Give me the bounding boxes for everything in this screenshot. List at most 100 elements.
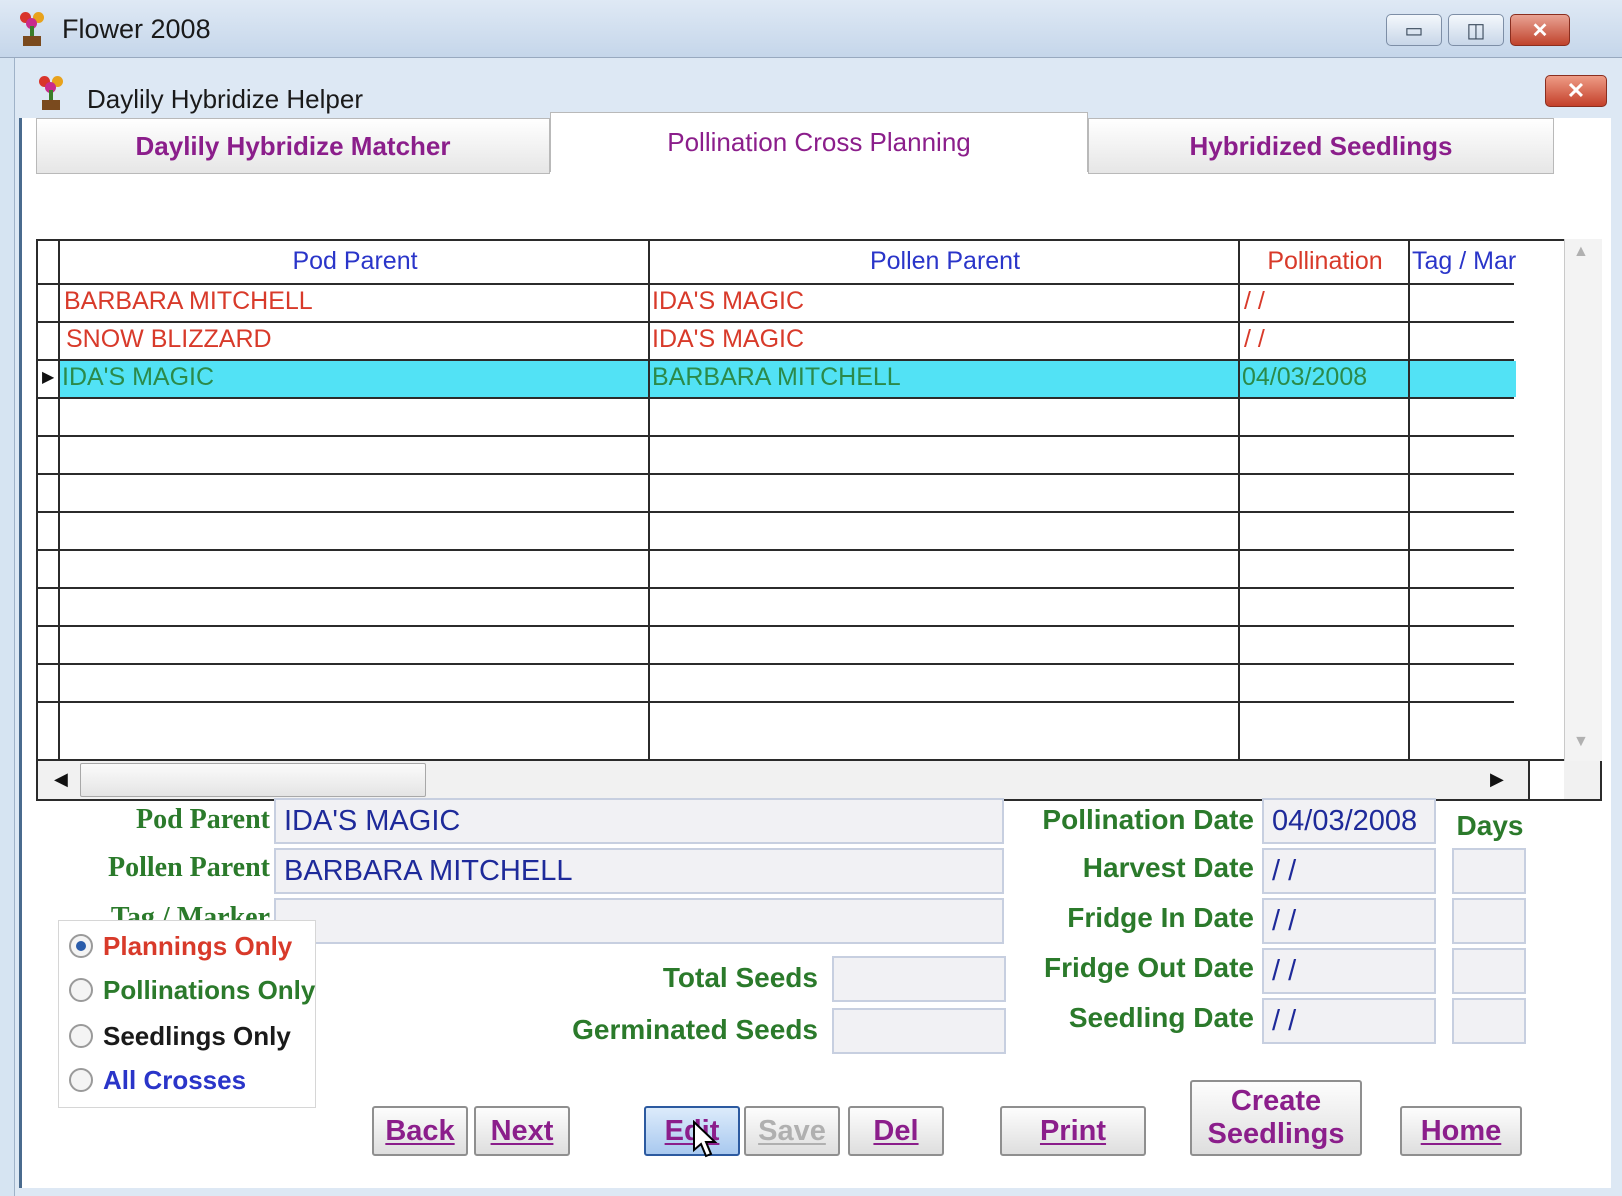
tag-marker-field[interactable]: [274, 898, 1004, 944]
grid-line: [38, 435, 1514, 437]
app-title: Flower 2008: [62, 14, 211, 44]
harvest-date-label: Harvest Date: [1082, 852, 1254, 883]
pollen-parent-field[interactable]: BARBARA MITCHELL: [274, 848, 1004, 894]
column-header-pollen-parent[interactable]: Pollen Parent: [650, 247, 1240, 276]
column-header-pollination[interactable]: Pollination: [1240, 247, 1410, 276]
grid-vertical-scrollbar[interactable]: ▲ ▼: [1564, 239, 1602, 761]
table-cell-pollen[interactable]: IDA'S MAGIC: [652, 287, 804, 316]
minimize-icon: ▭: [1404, 19, 1424, 42]
table-cell-pod[interactable]: SNOW BLIZZARD: [66, 325, 272, 354]
tab-label: Pollination Cross Planning: [667, 127, 971, 157]
radio-label: All Crosses: [103, 1064, 247, 1095]
pod-parent-label: Pod Parent: [135, 804, 270, 835]
column-header-pod-parent[interactable]: Pod Parent: [60, 247, 650, 276]
scroll-left-icon[interactable]: ◀: [54, 769, 68, 790]
scroll-up-icon[interactable]: ▲: [1573, 243, 1589, 261]
table-cell-pollination[interactable]: / /: [1244, 325, 1265, 354]
radio-label: Plannings Only: [103, 930, 293, 961]
germinated-seeds-label: Germinated Seeds: [572, 1014, 818, 1045]
seedling-date-label: Seedling Date: [1068, 1002, 1254, 1033]
create-seedlings-button[interactable]: Create Seedlings: [1190, 1080, 1362, 1156]
scroll-down-icon[interactable]: ▼: [1573, 733, 1589, 751]
grid-line: [38, 549, 1514, 551]
fridge-out-date-label: Fridge Out Date: [1043, 952, 1254, 983]
tab-label: Daylily Hybridize Matcher: [135, 130, 451, 161]
fridge-out-days-field[interactable]: [1452, 948, 1526, 994]
scroll-corner: [1528, 761, 1564, 799]
pollination-date-field[interactable]: 04/03/2008: [1262, 798, 1436, 844]
seedling-date-field[interactable]: / /: [1262, 998, 1436, 1044]
app-titlebar: Flower 2008 ▭ ◫ ✕: [0, 0, 1622, 58]
tab-pollination-cross-planning[interactable]: Pollination Cross Planning: [550, 112, 1088, 172]
table-cell-pollen[interactable]: IDA'S MAGIC: [652, 325, 804, 354]
grid-horizontal-scrollbar[interactable]: ◀ ▶: [36, 761, 1602, 801]
grid-line: [1408, 241, 1410, 759]
grid-line: [38, 283, 1514, 285]
column-header-tag-marker[interactable]: Tag / Mar: [1412, 247, 1522, 276]
fridge-out-date-field[interactable]: / /: [1262, 948, 1436, 994]
tab-hybridized-seedlings[interactable]: Hybridized Seedlings: [1088, 118, 1554, 174]
radio-pollinations-only[interactable]: Pollinations Only: [69, 973, 315, 1007]
flower-form-icon: [37, 76, 65, 110]
table-cell-pollination[interactable]: 04/03/2008: [1242, 363, 1367, 392]
maximize-button[interactable]: ◫: [1448, 14, 1504, 46]
form-window: Daylily Hybridize Helper ✕ Daylily Hybri…: [14, 58, 1622, 1196]
radio-selected-icon: [69, 934, 93, 958]
fridge-in-date-label: Fridge In Date: [1067, 902, 1254, 933]
back-button[interactable]: Back: [372, 1106, 468, 1156]
tab-label: Hybridized Seedlings: [1189, 130, 1453, 161]
crosses-grid[interactable]: Pod Parent Pollen Parent Pollination Tag…: [36, 239, 1602, 761]
grid-line: [1238, 241, 1240, 759]
radio-unselected-icon: [69, 1024, 93, 1048]
create-seedlings-line2: Seedlings: [1207, 1118, 1345, 1150]
fridge-in-date-field[interactable]: / /: [1262, 898, 1436, 944]
fridge-in-days-field[interactable]: [1452, 898, 1526, 944]
radio-plannings-only[interactable]: Plannings Only: [69, 929, 292, 963]
pollination-date-label: Pollination Date: [1042, 804, 1254, 835]
grid-line: [58, 241, 60, 759]
germinated-seeds-field[interactable]: [832, 1008, 1006, 1054]
grid-line: [38, 663, 1514, 665]
table-cell-pollen[interactable]: BARBARA MITCHELL: [652, 363, 901, 392]
radio-label: Seedlings Only: [103, 1020, 291, 1051]
radio-unselected-icon: [69, 978, 93, 1002]
close-icon: ✕: [1531, 19, 1549, 42]
harvest-days-field[interactable]: [1452, 848, 1526, 894]
radio-all-crosses[interactable]: All Crosses: [69, 1063, 246, 1097]
save-button[interactable]: Save: [744, 1106, 840, 1156]
table-cell-pollination[interactable]: / /: [1244, 287, 1265, 316]
scroll-thumb[interactable]: [80, 763, 426, 797]
grid-line: [38, 397, 1514, 399]
total-seeds-field[interactable]: [832, 956, 1006, 1002]
grid-line: [38, 587, 1514, 589]
home-button[interactable]: Home: [1400, 1106, 1522, 1156]
minimize-button[interactable]: ▭: [1386, 14, 1442, 46]
days-label: Days: [1456, 810, 1524, 841]
mouse-cursor-icon: [693, 1120, 718, 1158]
tab-hybridize-matcher[interactable]: Daylily Hybridize Matcher: [36, 118, 550, 174]
grid-line: [648, 241, 650, 759]
grid-line: [38, 321, 1514, 323]
close-icon: ✕: [1566, 78, 1586, 103]
seedling-days-field[interactable]: [1452, 998, 1526, 1044]
delete-button[interactable]: Del: [848, 1106, 944, 1156]
scroll-right-icon[interactable]: ▶: [1490, 769, 1504, 790]
maximize-icon: ◫: [1466, 19, 1486, 42]
grid-line: [38, 701, 1514, 703]
harvest-date-field[interactable]: / /: [1262, 848, 1436, 894]
form-close-button[interactable]: ✕: [1545, 75, 1607, 107]
radio-unselected-icon: [69, 1068, 93, 1092]
form-title: Daylily Hybridize Helper: [87, 84, 363, 114]
table-cell-pod[interactable]: IDA'S MAGIC: [62, 363, 214, 392]
filter-radio-group: Plannings Only Pollinations Only Seedlin…: [58, 920, 316, 1108]
grid-line: [38, 473, 1514, 475]
next-button[interactable]: Next: [474, 1106, 570, 1156]
table-cell-pod[interactable]: BARBARA MITCHELL: [64, 287, 313, 316]
pollen-parent-label: Pollen Parent: [107, 852, 270, 883]
radio-seedlings-only[interactable]: Seedlings Only: [69, 1019, 291, 1053]
print-button[interactable]: Print: [1000, 1106, 1146, 1156]
pod-parent-field[interactable]: IDA'S MAGIC: [274, 798, 1004, 844]
form-titlebar: Daylily Hybridize Helper ✕: [15, 68, 1622, 118]
form-panel: Daylily Hybridize Matcher Pollination Cr…: [19, 112, 1611, 1188]
app-close-button[interactable]: ✕: [1510, 14, 1570, 46]
